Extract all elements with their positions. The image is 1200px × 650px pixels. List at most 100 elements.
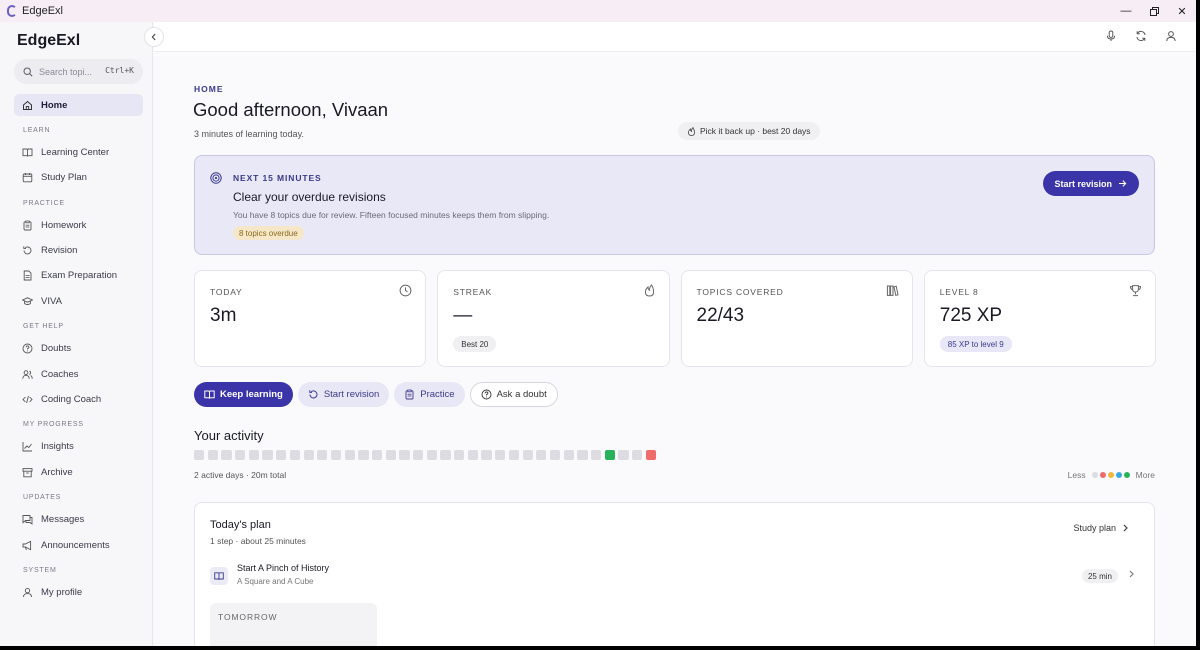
stat-label: TODAY (210, 287, 243, 297)
sidebar-nav: Home LEARN Learning Center Study Plan PR… (14, 94, 143, 607)
stat-label: LEVEL 8 (939, 287, 979, 297)
plan-item-title: Start A Pinch of History (237, 563, 330, 573)
activity-day-cell (508, 450, 520, 461)
window-title: EdgeExl (22, 5, 63, 17)
users-icon (22, 369, 33, 380)
quick-actions: Keep learning Start revision Practice As… (194, 382, 558, 407)
document-icon (22, 270, 33, 281)
collapse-sidebar-button[interactable] (144, 27, 164, 47)
sidebar-item-label: Coaches (41, 368, 79, 380)
activity-day-cell (413, 450, 424, 461)
activity-day-cell (481, 450, 492, 461)
plan-item[interactable]: Start A Pinch of History A Square and A … (210, 561, 1140, 591)
target-icon (210, 172, 222, 184)
sidebar-item-announcements[interactable]: Announcements (14, 534, 143, 556)
chevron-right-icon (1128, 570, 1135, 581)
stat-card-streak: STREAK — Best 20 (437, 270, 670, 367)
flame-icon (644, 284, 654, 297)
activity-day-cell (248, 450, 260, 461)
sidebar-item-revision[interactable]: Revision (14, 240, 143, 262)
keep-learning-button[interactable]: Keep learning (194, 382, 293, 407)
stat-label: STREAK (453, 287, 493, 297)
rotate-icon (308, 389, 319, 400)
sidebar-item-homework[interactable]: Homework (14, 214, 143, 236)
sidebar-item-my-profile[interactable]: My profile (14, 581, 143, 603)
close-icon[interactable]: ✕ (1168, 0, 1196, 22)
start-revision-button[interactable]: Start revision (1043, 171, 1139, 196)
megaphone-icon (22, 540, 33, 551)
todays-plan-card: Today's plan 1 step · about 25 minutes S… (194, 502, 1155, 646)
section-learn: LEARN (23, 126, 51, 134)
activity-day-cell (358, 450, 369, 461)
sidebar-item-messages[interactable]: Messages (14, 509, 143, 531)
sidebar-item-exam-preparation[interactable]: Exam Preparation (14, 265, 143, 287)
activity-day-cell (522, 450, 533, 461)
activity-day-cell (618, 450, 629, 461)
breadcrumb: HOME (194, 84, 224, 94)
sidebar-item-archive[interactable]: Archive (14, 461, 143, 483)
activity-heading: Your activity (194, 428, 264, 443)
activity-day-cell (454, 450, 465, 461)
profile-icon[interactable] (1160, 25, 1182, 47)
app-logo-icon (7, 5, 17, 17)
start-revision-quick-label: Start revision (323, 389, 380, 400)
study-plan-link[interactable]: Study plan (1073, 523, 1129, 533)
sidebar-item-coding-coach[interactable]: Coding Coach (14, 389, 143, 411)
activity-day-cell (590, 450, 602, 461)
activity-day-cell (194, 450, 205, 461)
activity-day-cell (221, 450, 232, 461)
graduation-cap-icon (22, 296, 33, 307)
calendar-icon (22, 172, 33, 183)
sidebar-item-label: Revision (41, 245, 78, 257)
book-icon (210, 567, 228, 585)
activity-day-cell (604, 450, 615, 461)
main-content: HOME Good afternoon, Vivaan 3 minutes of… (154, 52, 1196, 646)
section-practice: PRACTICE (23, 199, 65, 207)
restore-icon[interactable] (1140, 0, 1168, 22)
title-bar: EdgeExl — ✕ (0, 0, 1196, 22)
start-revision-quick-button[interactable]: Start revision (297, 382, 390, 407)
activity-day-cell (495, 450, 506, 461)
activity-day-cell (563, 450, 574, 461)
hero-title: Clear your overdue revisions (233, 190, 386, 204)
best-streak-badge: Best 20 (453, 336, 497, 352)
ask-a-doubt-button[interactable]: Ask a doubt (469, 382, 558, 407)
sidebar-item-learning-center[interactable]: Learning Center (14, 141, 143, 163)
top-bar-actions (1100, 25, 1182, 47)
stat-card-today: TODAY 3m (194, 270, 427, 367)
activity-day-cell (385, 450, 396, 461)
activity-day-cell (632, 450, 643, 461)
sidebar-item-label: Messages (41, 514, 85, 526)
streak-pill: Pick it back up · best 20 days (678, 122, 820, 140)
sidebar-item-insights[interactable]: Insights (14, 436, 143, 458)
microphone-icon[interactable] (1100, 25, 1122, 47)
sidebar-item-doubts[interactable]: Doubts (14, 338, 143, 360)
search-input[interactable]: Search topi... Ctrl+K (14, 59, 143, 84)
sidebar-item-home[interactable]: Home (14, 94, 143, 116)
practice-button[interactable]: Practice (394, 382, 465, 407)
tomorrow-label: TOMORROW (218, 612, 278, 622)
activity-day-cell (645, 450, 656, 461)
ask-a-doubt-label: Ask a doubt (496, 389, 547, 400)
hero-description: You have 8 topics due for review. Fiftee… (233, 210, 550, 220)
stats-row: TODAY 3m STREAK — Best 20 TOPICS COVERED… (194, 270, 1156, 367)
clipboard-icon (22, 220, 33, 231)
brand-logo[interactable]: EdgeExl (17, 32, 80, 50)
sidebar-item-study-plan[interactable]: Study Plan (14, 167, 143, 189)
search-icon (23, 66, 33, 77)
learning-time-summary: 3 minutes of learning today. (194, 129, 304, 139)
activity-day-cell (426, 450, 437, 461)
refresh-icon[interactable] (1130, 25, 1152, 47)
activity-legend: Less More (1068, 470, 1155, 480)
sidebar-item-label: Archive (41, 466, 73, 478)
sidebar-item-coaches[interactable]: Coaches (14, 363, 143, 385)
minimize-icon[interactable]: — (1112, 0, 1140, 22)
plan-item-subtitle: A Square and A Cube (237, 577, 314, 586)
sidebar-item-label: Coding Coach (41, 394, 102, 406)
activity-day-cell (577, 450, 588, 461)
sidebar-item-label: Study Plan (41, 172, 87, 184)
flame-icon (688, 126, 695, 136)
sidebar-item-viva[interactable]: VIVA (14, 290, 143, 312)
sidebar-item-label: Insights (41, 441, 74, 453)
activity-day-cell (235, 450, 246, 461)
